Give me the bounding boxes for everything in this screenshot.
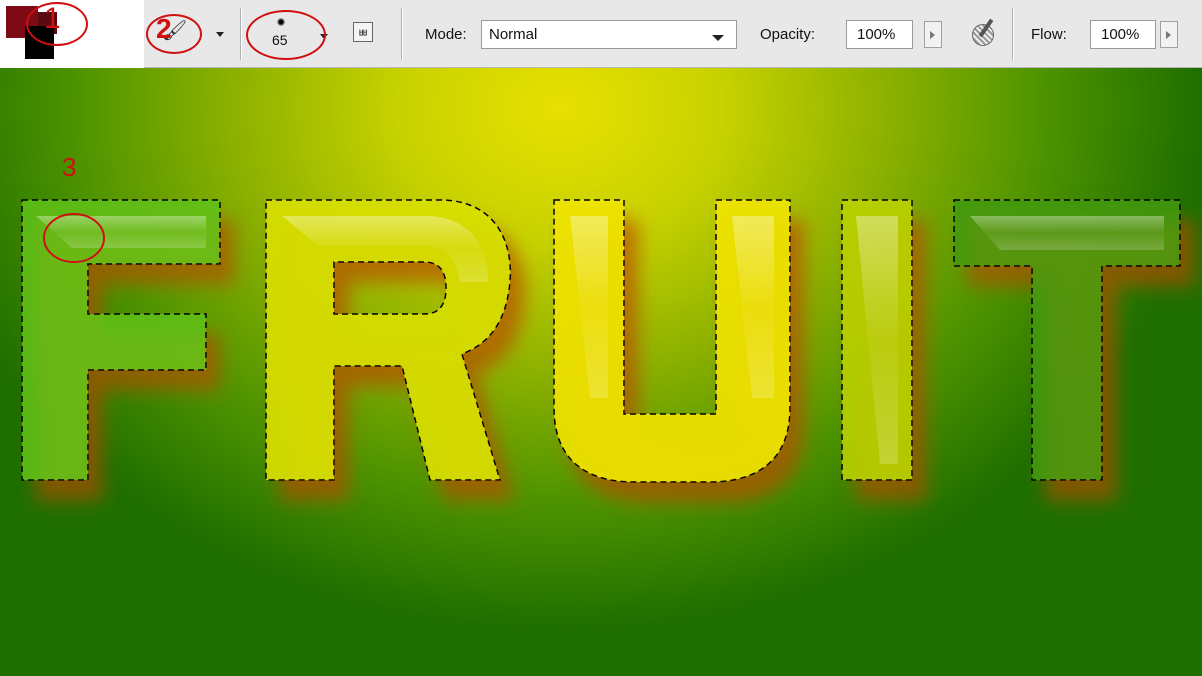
chevron-right-icon (930, 31, 935, 39)
annotation-circle-2 (146, 14, 202, 54)
chevron-down-icon (712, 35, 724, 41)
canvas-artwork (21, 199, 1181, 483)
chevron-right-icon (1166, 31, 1171, 39)
mode-label: Mode: (425, 26, 467, 43)
color-swatches: 1 (0, 0, 144, 68)
opacity-slider-toggle[interactable] (924, 21, 942, 48)
mode-value: Normal (489, 26, 538, 43)
options-toolbar: 🖌 2 65 ㅃ Mode: Normal Opacity: 100% Flow… (144, 0, 1202, 68)
opacity-label: Opacity: (760, 26, 816, 43)
mode-select[interactable]: Normal (481, 20, 737, 49)
annotation-ellipse-brush (246, 10, 326, 60)
document-canvas[interactable]: 3 (0, 68, 1202, 676)
separator (240, 8, 242, 60)
separator (401, 8, 403, 60)
annotation-number-2: 2 (156, 13, 172, 44)
opacity-input[interactable]: 100% (846, 20, 913, 49)
separator (1012, 8, 1014, 60)
airbrush-icon[interactable]: ㅃ (353, 22, 373, 42)
flow-label: Flow: (1031, 26, 1067, 43)
flow-input[interactable]: 100% (1090, 20, 1156, 49)
opacity-value: 100% (857, 26, 896, 43)
annotation-number-1: 1 (44, 2, 61, 35)
annotation-number-3: 3 (62, 152, 77, 182)
tablet-pressure-icon[interactable] (969, 18, 997, 48)
flow-value: 100% (1101, 26, 1140, 43)
flow-slider-toggle[interactable] (1160, 21, 1178, 48)
chevron-down-icon (216, 32, 224, 37)
